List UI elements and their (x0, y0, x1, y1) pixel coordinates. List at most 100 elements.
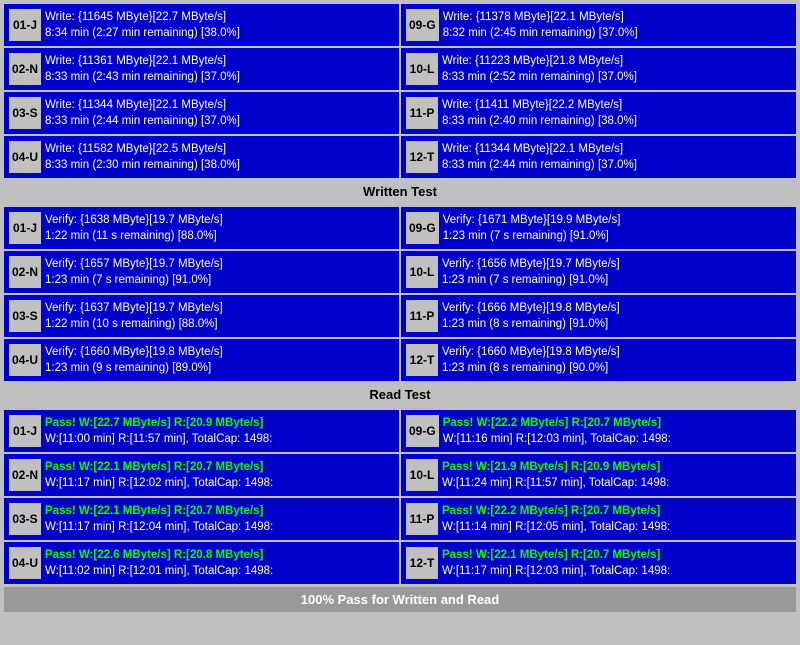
verify-row2-02n: 1:23 min (7 s remaining) [91.0%] (45, 272, 394, 288)
write-cell-03s: 03-S Write: {11344 MByte}[22.1 MByte/s] … (4, 92, 399, 134)
results-section: 01-J Pass! W:[22.7 MByte/s] R:[20.9 MByt… (4, 410, 796, 584)
verify-row1-11p: Verify: {1666 MByte}[19.8 MByte/s] (442, 300, 791, 316)
result-row1-11p: Pass! W:[22.2 MByte/s] R:[20.7 MByte/s] (442, 503, 791, 519)
result-row2-12t: W:[11:17 min] R:[12:03 min], TotalCap: 1… (442, 563, 791, 579)
verify-cell-10l: 10-L Verify: {1656 MByte}[19.7 MByte/s] … (401, 251, 796, 293)
write-row2-09g: 8:32 min (2:45 min remaining) [37.0%] (443, 25, 791, 41)
result-device-id-10l: 10-L (406, 459, 438, 491)
verify-cell-04u: 04-U Verify: {1660 MByte}[19.8 MByte/s] … (4, 339, 399, 381)
verify-row1-03s: Verify: {1637 MByte}[19.7 MByte/s] (45, 300, 394, 316)
verify-device-id-12t: 12-T (406, 344, 438, 376)
device-id-03s: 03-S (9, 97, 41, 129)
verify-row2-01j: 1:22 min (11 s remaining) [88.0%] (45, 228, 394, 244)
write-row1-10l: Write: {11223 MByte}[21.8 MByte/s] (442, 53, 791, 69)
result-device-id-04u: 04-U (9, 547, 41, 579)
verify-row2-12t: 1:23 min (8 s remaining) [90.0%] (442, 360, 791, 376)
verify-cell-11p: 11-P Verify: {1666 MByte}[19.8 MByte/s] … (401, 295, 796, 337)
device-id-09g: 09-G (406, 9, 439, 41)
verify-row2-11p: 1:23 min (8 s remaining) [91.0%] (442, 316, 791, 332)
verify-section: 01-J Verify: {1638 MByte}[19.7 MByte/s] … (4, 207, 796, 408)
verify-row2-10l: 1:23 min (7 s remaining) [91.0%] (442, 272, 791, 288)
verify-row2-09g: 1:23 min (7 s remaining) [91.0%] (443, 228, 791, 244)
result-cell-10l: 10-L Pass! W:[21.9 MByte/s] R:[20.9 MByt… (401, 454, 796, 496)
verify-row1-04u: Verify: {1660 MByte}[19.8 MByte/s] (45, 344, 394, 360)
write-row1-01j: Write: {11645 MByte}[22.7 MByte/s] (45, 9, 394, 25)
write-cell-09g: 09-G Write: {11378 MByte}[22.1 MByte/s] … (401, 4, 796, 46)
result-row1-03s: Pass! W:[22.1 MByte/s] R:[20.7 MByte/s] (45, 503, 394, 519)
verify-device-id-04u: 04-U (9, 344, 41, 376)
verify-cell-12t: 12-T Verify: {1660 MByte}[19.8 MByte/s] … (401, 339, 796, 381)
result-row1-12t: Pass! W:[22.1 MByte/s] R:[20.7 MByte/s] (442, 547, 791, 563)
result-row2-11p: W:[11:14 min] R:[12:05 min], TotalCap: 1… (442, 519, 791, 535)
verify-device-id-01j: 01-J (9, 212, 41, 244)
verify-row2-04u: 1:23 min (9 s remaining) [89.0%] (45, 360, 394, 376)
result-cell-04u: 04-U Pass! W:[22.6 MByte/s] R:[20.8 MByt… (4, 542, 399, 584)
result-row1-01j: Pass! W:[22.7 MByte/s] R:[20.9 MByte/s] (45, 415, 394, 431)
result-row1-09g: Pass! W:[22.2 MByte/s] R:[20.7 MByte/s] (443, 415, 791, 431)
verify-row1-02n: Verify: {1657 MByte}[19.7 MByte/s] (45, 256, 394, 272)
write-row2-01j: 8:34 min (2:27 min remaining) [38.0%] (45, 25, 394, 41)
write-cell-11p: 11-P Write: {11411 MByte}[22.2 MByte/s] … (401, 92, 796, 134)
result-row2-09g: W:[11:16 min] R:[12:03 min], TotalCap: 1… (443, 431, 791, 447)
verify-cell-03s: 03-S Verify: {1637 MByte}[19.7 MByte/s] … (4, 295, 399, 337)
device-id-01j: 01-J (9, 9, 41, 41)
verify-device-id-10l: 10-L (406, 256, 438, 288)
verify-row2-03s: 1:22 min (10 s remaining) [88.0%] (45, 316, 394, 332)
write-row1-02n: Write: {11361 MByte}[22.1 MByte/s] (45, 53, 394, 69)
result-device-id-03s: 03-S (9, 503, 41, 535)
device-id-12t: 12-T (406, 141, 438, 173)
verify-row1-09g: Verify: {1671 MByte}[19.9 MByte/s] (443, 212, 791, 228)
verify-cell-02n: 02-N Verify: {1657 MByte}[19.7 MByte/s] … (4, 251, 399, 293)
write-section-header: Written Test (4, 180, 796, 203)
write-row1-11p: Write: {11411 MByte}[22.2 MByte/s] (442, 97, 791, 113)
write-cell-12t: 12-T Write: {11344 MByte}[22.1 MByte/s] … (401, 136, 796, 178)
verify-device-id-02n: 02-N (9, 256, 41, 288)
main-container: 01-J Write: {11645 MByte}[22.7 MByte/s] … (0, 0, 800, 616)
write-grid: 01-J Write: {11645 MByte}[22.7 MByte/s] … (4, 4, 796, 178)
verify-row1-01j: Verify: {1638 MByte}[19.7 MByte/s] (45, 212, 394, 228)
result-device-id-01j: 01-J (9, 415, 41, 447)
footer-status: 100% Pass for Written and Read (4, 587, 796, 612)
verify-section-header: Read Test (4, 383, 796, 406)
result-device-id-12t: 12-T (406, 547, 438, 579)
write-row2-03s: 8:33 min (2:44 min remaining) [37.0%] (45, 113, 394, 129)
result-row2-03s: W:[11:17 min] R:[12:04 min], TotalCap: 1… (45, 519, 394, 535)
write-row1-12t: Write: {11344 MByte}[22.1 MByte/s] (442, 141, 791, 157)
result-cell-02n: 02-N Pass! W:[22.1 MByte/s] R:[20.7 MByt… (4, 454, 399, 496)
device-id-10l: 10-L (406, 53, 438, 85)
result-row2-10l: W:[11:24 min] R:[11:57 min], TotalCap: 1… (442, 475, 791, 491)
result-cell-09g: 09-G Pass! W:[22.2 MByte/s] R:[20.7 MByt… (401, 410, 796, 452)
verify-row1-12t: Verify: {1660 MByte}[19.8 MByte/s] (442, 344, 791, 360)
write-row2-04u: 8:33 min (2:30 min remaining) [38.0%] (45, 157, 394, 173)
result-row1-02n: Pass! W:[22.1 MByte/s] R:[20.7 MByte/s] (45, 459, 394, 475)
write-row2-11p: 8:33 min (2:40 min remaining) [38.0%] (442, 113, 791, 129)
result-row1-10l: Pass! W:[21.9 MByte/s] R:[20.9 MByte/s] (442, 459, 791, 475)
write-cell-10l: 10-L Write: {11223 MByte}[21.8 MByte/s] … (401, 48, 796, 90)
result-cell-01j: 01-J Pass! W:[22.7 MByte/s] R:[20.9 MByt… (4, 410, 399, 452)
verify-device-id-09g: 09-G (406, 212, 439, 244)
device-id-11p: 11-P (406, 97, 438, 129)
write-section: 01-J Write: {11645 MByte}[22.7 MByte/s] … (4, 4, 796, 205)
result-row2-02n: W:[11:17 min] R:[12:02 min], TotalCap: 1… (45, 475, 394, 491)
result-row2-01j: W:[11:00 min] R:[11:57 min], TotalCap: 1… (45, 431, 394, 447)
write-cell-04u: 04-U Write: {11582 MByte}[22.5 MByte/s] … (4, 136, 399, 178)
write-row2-10l: 8:33 min (2:52 min remaining) [37.0%] (442, 69, 791, 85)
write-row1-09g: Write: {11378 MByte}[22.1 MByte/s] (443, 9, 791, 25)
result-row1-04u: Pass! W:[22.6 MByte/s] R:[20.8 MByte/s] (45, 547, 394, 563)
write-row1-03s: Write: {11344 MByte}[22.1 MByte/s] (45, 97, 394, 113)
verify-row1-10l: Verify: {1656 MByte}[19.7 MByte/s] (442, 256, 791, 272)
verify-device-id-11p: 11-P (406, 300, 438, 332)
result-device-id-09g: 09-G (406, 415, 439, 447)
result-cell-03s: 03-S Pass! W:[22.1 MByte/s] R:[20.7 MByt… (4, 498, 399, 540)
write-row1-04u: Write: {11582 MByte}[22.5 MByte/s] (45, 141, 394, 157)
result-row2-04u: W:[11:02 min] R:[12:01 min], TotalCap: 1… (45, 563, 394, 579)
verify-cell-09g: 09-G Verify: {1671 MByte}[19.9 MByte/s] … (401, 207, 796, 249)
verify-grid: 01-J Verify: {1638 MByte}[19.7 MByte/s] … (4, 207, 796, 381)
verify-cell-01j: 01-J Verify: {1638 MByte}[19.7 MByte/s] … (4, 207, 399, 249)
results-grid: 01-J Pass! W:[22.7 MByte/s] R:[20.9 MByt… (4, 410, 796, 584)
result-cell-12t: 12-T Pass! W:[22.1 MByte/s] R:[20.7 MByt… (401, 542, 796, 584)
result-cell-11p: 11-P Pass! W:[22.2 MByte/s] R:[20.7 MByt… (401, 498, 796, 540)
write-row2-02n: 8:33 min (2:43 min remaining) [37.0%] (45, 69, 394, 85)
result-device-id-02n: 02-N (9, 459, 41, 491)
write-cell-01j: 01-J Write: {11645 MByte}[22.7 MByte/s] … (4, 4, 399, 46)
